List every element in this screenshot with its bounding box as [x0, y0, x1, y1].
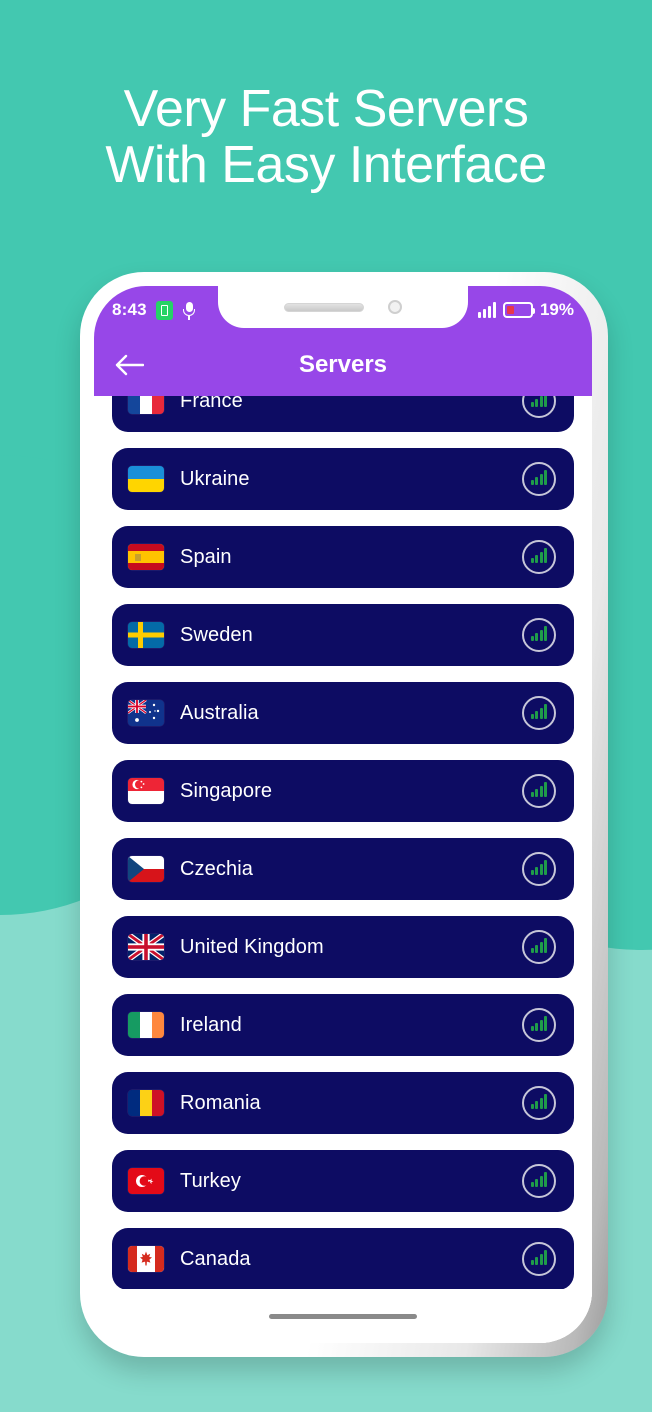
signal-bars-icon: [522, 618, 556, 652]
back-button[interactable]: [102, 338, 156, 392]
server-name: Canada: [180, 1247, 251, 1270]
phone-mockup: 8:43 19% Servers France Ukraine Spain Sw…: [80, 272, 608, 1357]
status-bar-left: 8:43: [112, 300, 196, 320]
signal-bars-icon: [522, 774, 556, 808]
flag-se: [128, 622, 164, 648]
signal-bars-icon: [522, 462, 556, 496]
signal-bars-icon: [522, 852, 556, 886]
list-item[interactable]: Sweden: [112, 604, 574, 666]
signal-bars-icon: [522, 396, 556, 418]
back-arrow-icon: [115, 354, 144, 376]
headline-line-1: Very Fast Servers: [123, 80, 529, 138]
home-indicator[interactable]: [269, 1313, 417, 1319]
signal-bars-icon: [477, 302, 496, 318]
server-name: Ukraine: [180, 467, 250, 490]
earpiece-speaker-icon: [284, 302, 364, 312]
list-item[interactable]: Australia: [112, 682, 574, 744]
list-item[interactable]: Singapore: [112, 760, 574, 822]
list-item[interactable]: United Kingdom: [112, 916, 574, 978]
list-item[interactable]: Canada: [112, 1228, 574, 1290]
status-bar-right: 19%: [477, 300, 574, 320]
server-name: Sweden: [180, 623, 253, 646]
front-camera-icon: [388, 300, 402, 314]
flag-au: [128, 700, 164, 726]
flag-ua: [128, 466, 164, 492]
server-name: United Kingdom: [180, 935, 324, 958]
home-indicator-area: [94, 1289, 592, 1343]
server-name: Ireland: [180, 1013, 242, 1036]
list-item[interactable]: Romania: [112, 1072, 574, 1134]
list-item[interactable]: Ireland: [112, 994, 574, 1056]
server-name: Czechia: [180, 857, 253, 880]
list-item[interactable]: France: [112, 396, 574, 432]
server-name: France: [180, 396, 243, 412]
status-time: 8:43: [112, 300, 147, 319]
flag-ro: [128, 1090, 164, 1116]
server-name: Australia: [180, 701, 259, 724]
list-item[interactable]: Czechia: [112, 838, 574, 900]
signal-bars-icon: [522, 540, 556, 574]
signal-bars-icon: [522, 1086, 556, 1120]
battery-percent-label: 19%: [539, 300, 574, 319]
phone-screen-bezel: 8:43 19% Servers France Ukraine Spain Sw…: [94, 286, 592, 1343]
promo-headline: Very Fast Servers With Easy Interface: [0, 80, 652, 194]
server-name: Turkey: [180, 1169, 241, 1192]
flag-tr: [128, 1168, 164, 1194]
microphone-icon: [182, 301, 196, 320]
server-name: Spain: [180, 545, 232, 568]
battery-saver-icon: [155, 300, 173, 320]
signal-bars-icon: [522, 1164, 556, 1198]
headline-line-2: With Easy Interface: [105, 135, 547, 194]
signal-bars-icon: [522, 1008, 556, 1042]
signal-bars-icon: [522, 1242, 556, 1276]
server-name: Romania: [180, 1091, 261, 1114]
battery-low-icon: [502, 302, 535, 318]
list-item[interactable]: Ukraine: [112, 448, 574, 510]
flag-gb: [128, 934, 164, 960]
phone-notch: [218, 286, 468, 328]
flag-fr: [128, 396, 164, 414]
signal-bars-icon: [522, 696, 556, 730]
page-title: Servers: [298, 351, 388, 378]
flag-cz: [128, 856, 164, 882]
flag-ca: [128, 1246, 164, 1272]
list-item[interactable]: Spain: [112, 526, 574, 588]
flag-sg: [128, 778, 164, 804]
app-screen: 8:43 19% Servers France Ukraine Spain Sw…: [94, 286, 592, 1343]
list-item[interactable]: Turkey: [112, 1150, 574, 1212]
flag-es: [128, 544, 164, 570]
app-bar: Servers: [94, 334, 592, 396]
server-list[interactable]: France Ukraine Spain Sweden Australia Si…: [94, 396, 592, 1343]
signal-bars-icon: [522, 930, 556, 964]
flag-ie: [128, 1012, 164, 1038]
server-name: Singapore: [180, 779, 273, 802]
